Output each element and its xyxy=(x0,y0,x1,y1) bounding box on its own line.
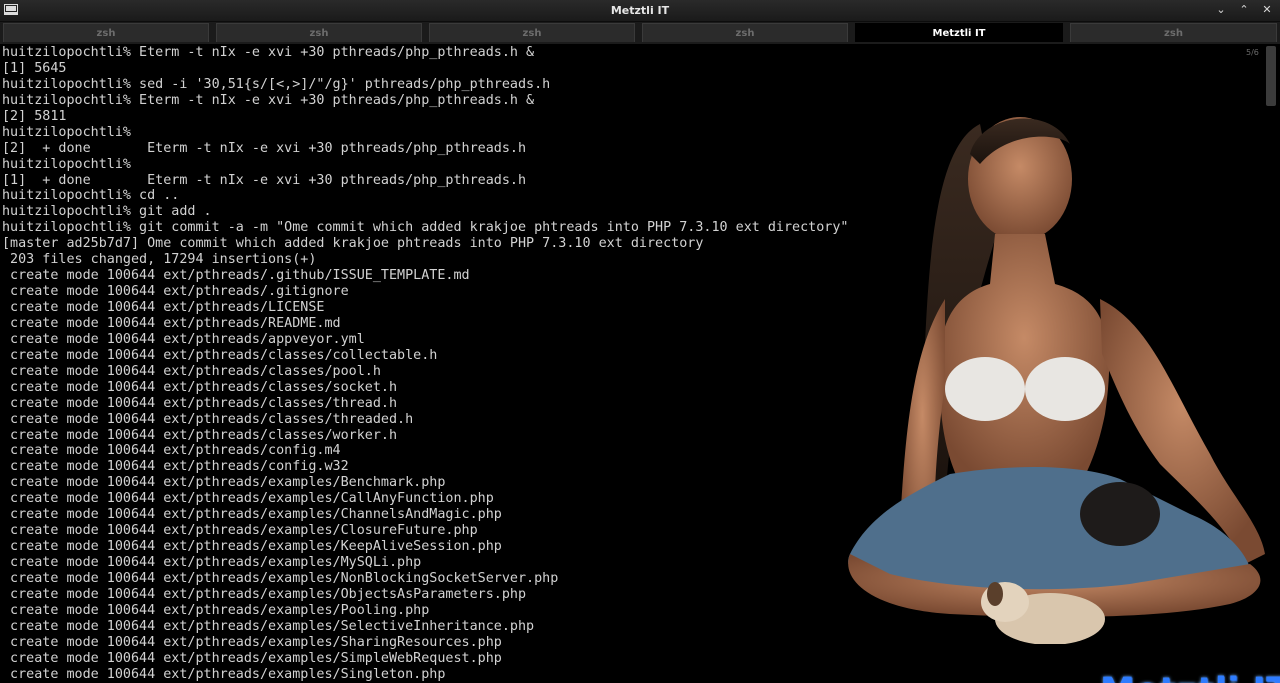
background-artwork xyxy=(848,117,1265,644)
terminal-line: create mode 100644 ext/pthreads/examples… xyxy=(2,618,535,634)
terminal-line: create mode 100644 ext/pthreads/config.m… xyxy=(2,443,341,459)
terminal-line: create mode 100644 ext/pthreads/examples… xyxy=(2,650,502,666)
terminal-line: create mode 100644 ext/pthreads/classes/… xyxy=(2,363,381,379)
terminal-area[interactable]: Metztli IT huitzilopochtli% Eterm -t nIx… xyxy=(0,44,1280,683)
tab-zsh-1[interactable]: zsh xyxy=(3,23,209,42)
tab-metztli-it[interactable]: Metztli IT xyxy=(855,23,1063,42)
terminal-line: create mode 100644 ext/pthreads/examples… xyxy=(2,491,494,507)
terminal-line: create mode 100644 ext/pthreads/config.w… xyxy=(2,459,349,475)
terminal-line: create mode 100644 ext/pthreads/classes/… xyxy=(2,395,398,411)
terminal-line: huitzilopochtli% sed -i '30,51{s/[<,>]/"… xyxy=(2,76,551,92)
terminal-line: create mode 100644 ext/pthreads/.github/… xyxy=(2,268,470,284)
scrollbar-thumb[interactable] xyxy=(1266,46,1276,106)
terminal-line: create mode 100644 ext/pthreads/examples… xyxy=(2,570,559,586)
terminal-line: create mode 100644 ext/pthreads/examples… xyxy=(2,602,430,618)
terminal-line: huitzilopochtli% git add . xyxy=(2,204,212,220)
terminal-line: [2] 5811 xyxy=(2,108,67,124)
scrollbar[interactable] xyxy=(1264,44,1278,683)
terminal-line: create mode 100644 ext/pthreads/classes/… xyxy=(2,347,438,363)
terminal-line: [1] + done Eterm -t nIx -e xvi +30 pthre… xyxy=(2,172,527,188)
tab-zsh-4[interactable]: zsh xyxy=(642,23,848,42)
terminal-line: create mode 100644 ext/pthreads/examples… xyxy=(2,539,502,555)
terminal-line: create mode 100644 ext/pthreads/classes/… xyxy=(2,427,398,443)
terminal-line: create mode 100644 ext/pthreads/README.m… xyxy=(2,315,341,331)
terminal-line: create mode 100644 ext/pthreads/examples… xyxy=(2,507,502,523)
terminal-line: create mode 100644 ext/pthreads/examples… xyxy=(2,586,527,602)
terminal-line: [master ad25b7d7] Ome commit which added… xyxy=(2,236,704,252)
tab-zsh-6[interactable]: zsh xyxy=(1070,23,1277,42)
terminal-line: create mode 100644 ext/pthreads/LICENSE xyxy=(2,300,325,315)
terminal-line: [2] + done Eterm -t nIx -e xvi +30 pthre… xyxy=(2,140,527,156)
terminal-line: huitzilopochtli% git commit -a -m "Ome c… xyxy=(2,220,849,236)
terminal-line: create mode 100644 ext/pthreads/examples… xyxy=(2,634,502,650)
terminal-line: create mode 100644 ext/pthreads/examples… xyxy=(2,666,446,682)
title-bar[interactable]: Metztli IT ⌄ ⌃ ✕ xyxy=(0,0,1280,22)
tab-bar: zsh zsh zsh zsh Metztli IT zsh xyxy=(0,22,1280,44)
scroll-position-indicator: 5/6 xyxy=(1246,48,1259,57)
terminal-line: huitzilopochtli% Eterm -t nIx -e xvi +30… xyxy=(2,92,535,108)
brand-logo: Metztli IT xyxy=(1100,671,1280,683)
tab-zsh-2[interactable]: zsh xyxy=(216,23,422,42)
terminal-line: create mode 100644 ext/pthreads/appveyor… xyxy=(2,331,365,347)
terminal-line: huitzilopochtli% xyxy=(2,156,131,172)
tab-zsh-3[interactable]: zsh xyxy=(429,23,635,42)
terminal-line: create mode 100644 ext/pthreads/examples… xyxy=(2,475,446,491)
terminal-line: [1] 5645 xyxy=(2,60,67,76)
terminal-line: huitzilopochtli% cd .. xyxy=(2,188,180,204)
terminal-line: 203 files changed, 17294 insertions(+) xyxy=(2,252,317,268)
terminal-line: create mode 100644 ext/pthreads/classes/… xyxy=(2,411,414,427)
terminal-line: create mode 100644 ext/pthreads/examples… xyxy=(2,555,422,570)
terminal-line: huitzilopochtli% Eterm -t nIx -e xvi +30… xyxy=(2,45,535,60)
terminal-line: create mode 100644 ext/pthreads/classes/… xyxy=(2,379,398,395)
terminal-line: create mode 100644 ext/pthreads/examples… xyxy=(2,523,478,539)
maximize-button[interactable]: ⌃ xyxy=(1236,2,1252,18)
terminal-line: create mode 100644 ext/pthreads/.gitigno… xyxy=(2,284,349,300)
terminal-line: huitzilopochtli% xyxy=(2,124,131,140)
minimize-button[interactable]: ⌄ xyxy=(1213,2,1229,18)
terminal-window: Metztli IT ⌄ ⌃ ✕ zsh zsh zsh zsh Metztli… xyxy=(0,0,1280,683)
terminal-output[interactable]: huitzilopochtli% Eterm -t nIx -e xvi +30… xyxy=(2,45,849,683)
window-title: Metztli IT xyxy=(610,4,670,17)
close-button[interactable]: ✕ xyxy=(1259,2,1275,18)
